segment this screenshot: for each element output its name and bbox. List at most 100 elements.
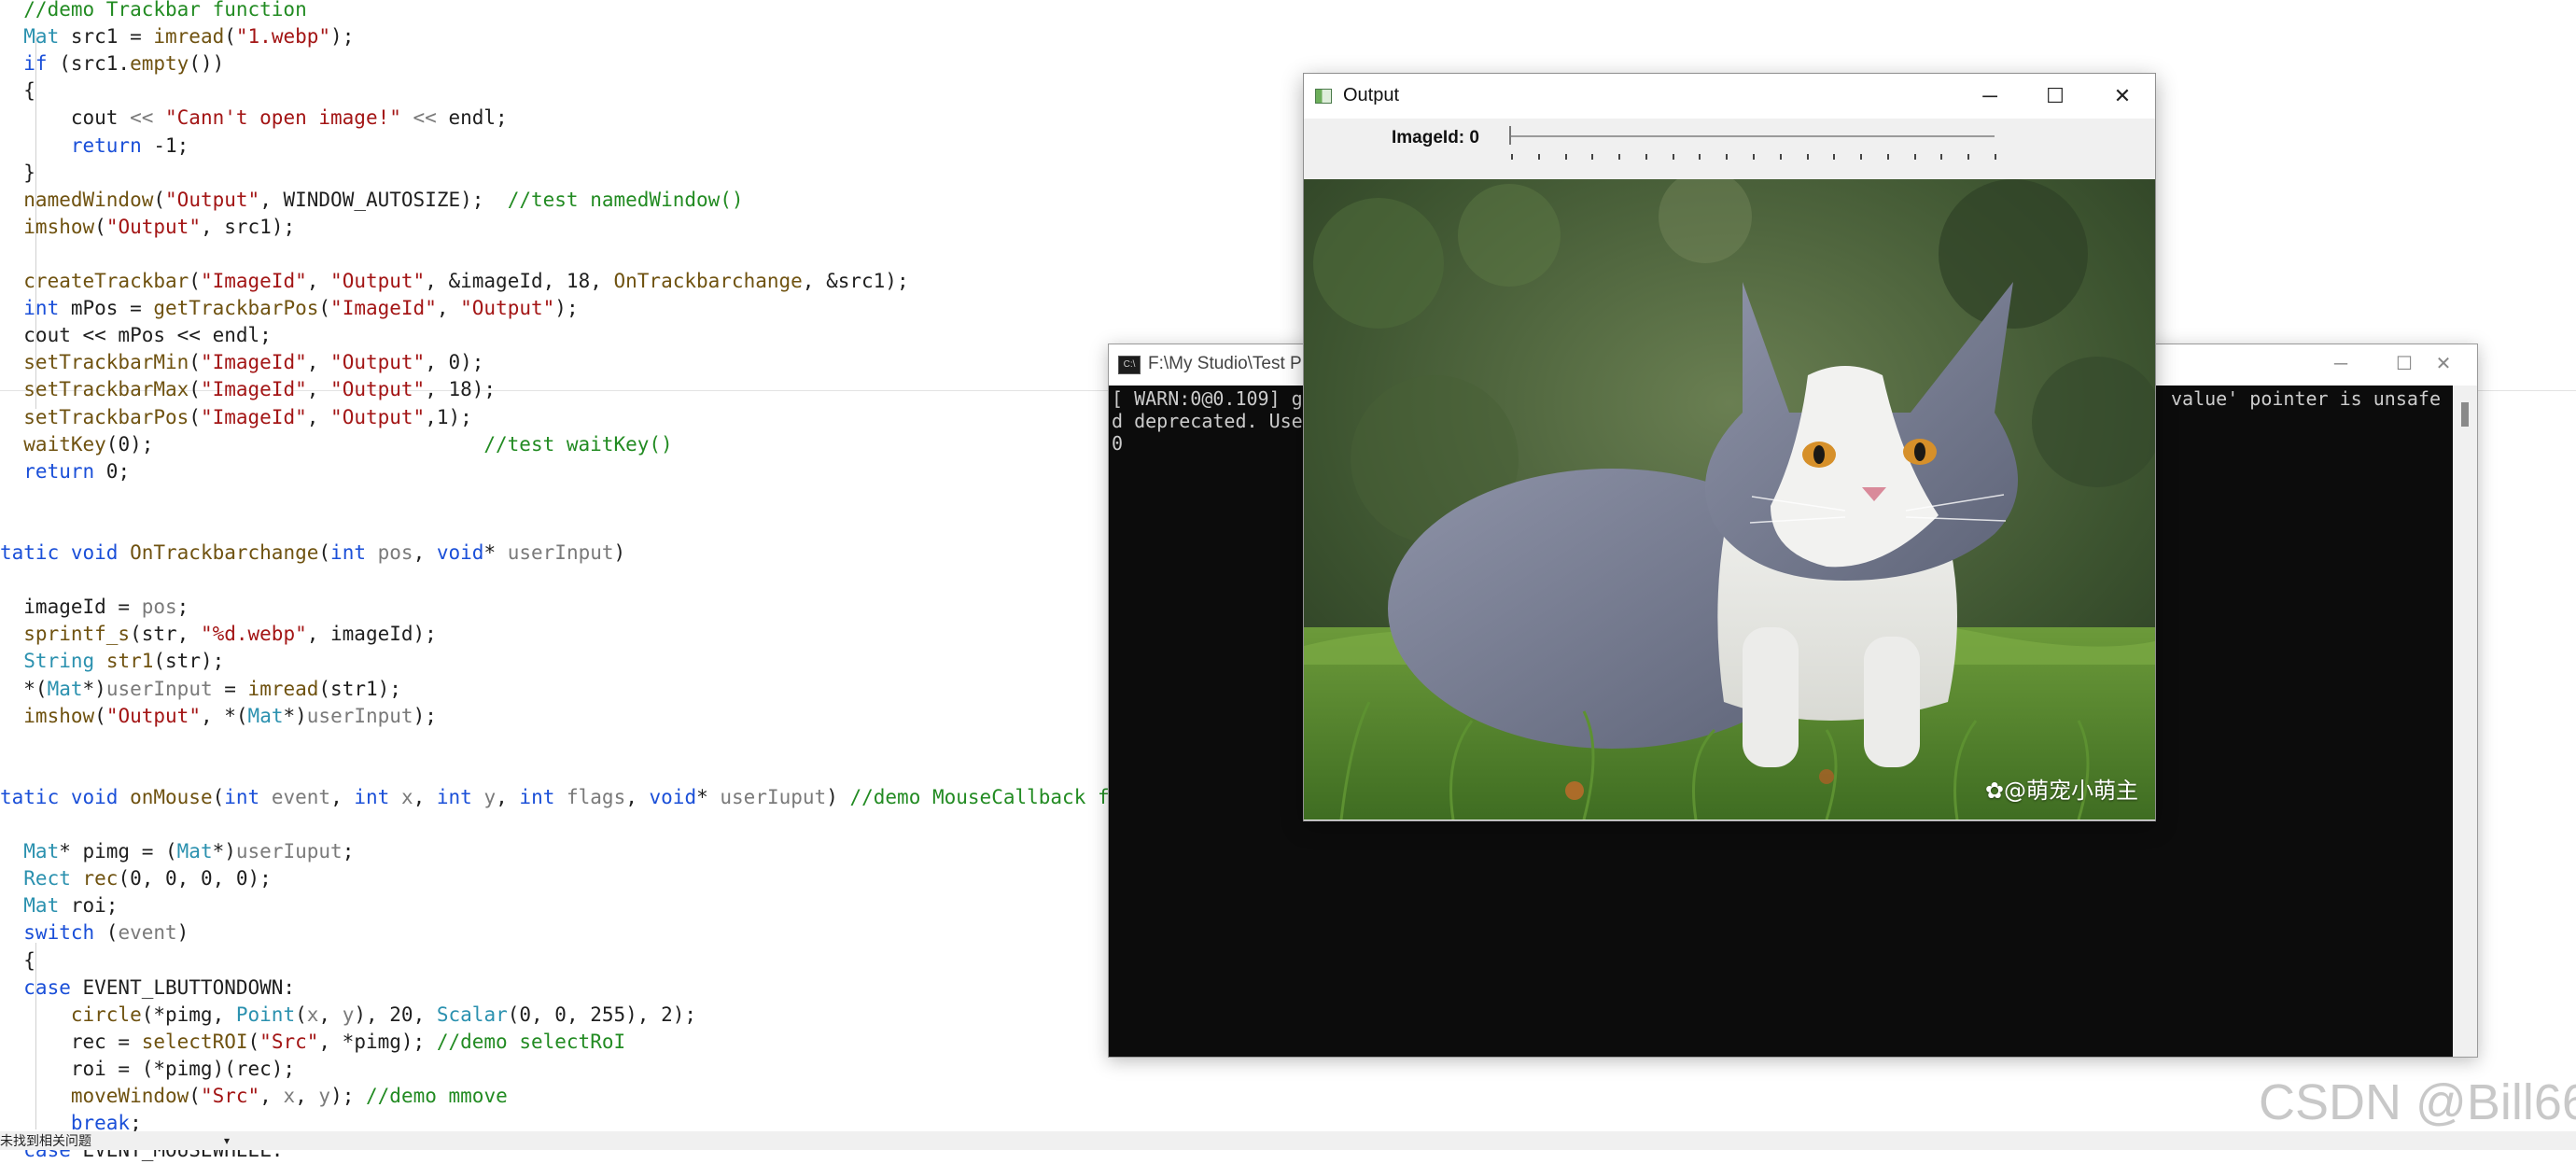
code-line: switch (event) [0,919,189,947]
code-token: { [0,948,35,972]
code-line: Rect rec(0, 0, 0, 0); [0,865,272,892]
code-token: , [625,785,650,808]
code-token: x [283,1085,296,1107]
code-token: ( [189,270,201,292]
code-token: (src1. [47,52,131,76]
code-line: tatic void OnTrackbarchange(int pos, voi… [0,540,625,567]
code-token: int [330,541,366,564]
code-token: pos [141,596,177,619]
code-token: Mat [0,25,60,49]
code-token: "ImageId" [200,351,307,374]
code-line: createTrackbar("ImageId", "Output", &ima… [0,268,908,295]
code-token: ( [189,378,201,401]
console-close-button[interactable]: ✕ [2415,350,2471,378]
trackbar-track[interactable] [1511,135,1995,137]
code-token: endl; [436,106,508,130]
code-line: if (src1.empty()) [0,50,224,77]
output-maximize-button[interactable]: ☐ [2023,81,2088,111]
code-token: (str); [153,650,225,673]
code-line: Mat* pimg = (Mat*)userIuput; [0,838,354,865]
code-token: , *pimg); [318,1030,437,1053]
output-close-button[interactable]: ✕ [2090,81,2155,111]
code-line: namedWindow("Output", WINDOW_AUTOSIZE); … [0,187,743,214]
code-token: empty [130,52,189,76]
code-token: , imageId); [306,623,437,646]
code-token: ); [330,25,355,49]
code-token: tatic void [0,785,119,808]
output-minimize-button[interactable]: ─ [1957,81,2023,111]
code-line: imshow("Output", src1); [0,214,295,241]
code-token: , src1); [200,215,296,238]
trackbar-tick [1618,154,1621,160]
console-scroll-thumb[interactable] [2461,402,2469,427]
code-token: ; [342,840,355,863]
paw-icon: ✿ [1984,778,2004,804]
code-line: moveWindow("Src", x, y); //demo mmove [0,1083,508,1110]
code-token: , [306,270,331,292]
photo-watermark-text: @萌宠小萌主 [2004,778,2138,804]
code-token: setTrackbarMax [0,378,189,401]
code-token: ( [94,215,106,238]
code-token: EVENT_LBUTTONDOWN: [70,975,296,999]
code-token: , WINDOW_AUTOSIZE); [259,188,508,211]
code-token: x [389,785,413,808]
code-token: (str, [130,623,201,646]
code-token: , &imageId, 18, [425,270,614,292]
code-token: , [413,785,437,808]
code-token: flags [554,785,626,808]
console-app-icon: C:\ [1118,356,1141,374]
code-token: y [471,785,497,808]
code-token: switch [0,921,95,945]
console-minimize-button[interactable]: ─ [2313,350,2369,378]
trackbar-thumb[interactable] [1509,126,1511,145]
code-token: int [436,785,472,808]
output-title-bar[interactable]: Output ─ ☐ ✕ [1304,74,2155,119]
trackbar-tick [1726,154,1729,160]
code-token: ) [613,541,626,564]
trackbar-panel: ImageId: 0 [1304,119,2155,179]
trackbar-tick [1940,154,1943,160]
code-token: "Output" [460,297,555,320]
code-token: } [0,161,35,184]
code-token: , [306,351,331,374]
code-token: "ImageId" [200,270,307,292]
console-scrollbar[interactable] [2453,386,2477,1057]
code-token: (0); [105,432,484,456]
code-token: * [483,541,497,564]
code-token: * pimg = ( [59,840,177,863]
code-token: pos [365,541,413,564]
code-token: ; [176,596,189,619]
code-token: Mat [0,840,60,863]
code-token: setTrackbarPos [0,405,189,428]
code-token: //demo mmove [366,1085,508,1107]
code-token: , [413,541,437,564]
code-token: ,1); [425,405,472,428]
status-dropdown-icon[interactable]: ▾ [224,1131,230,1150]
console-line-tail: value' pointer is unsafe an [2171,387,2453,410]
code-token: waitKey [0,432,106,456]
code-token: //demo selectRoI [436,1030,626,1053]
code-token: Point [235,1003,296,1026]
code-token: , *( [200,704,248,727]
code-token: ( [212,785,225,808]
output-window[interactable]: Output ─ ☐ ✕ ImageId: 0 ✿@萌宠小萌主 [1303,73,2156,821]
trackbar-tick [1537,154,1540,160]
trackbar-tick [1886,154,1889,160]
trackbar-tick [1833,154,1836,160]
code-token: rec [82,867,119,891]
code-token: << [413,106,437,130]
code-token: str1 [105,650,154,673]
code-line: cout << "Cann't open image!" << endl; [0,105,508,132]
code-token: tatic void [0,541,119,564]
code-token: << [130,106,154,130]
trackbar-tick [1806,154,1809,160]
trackbar-tick [1645,154,1647,160]
code-token: OnTrackbarchange [130,541,319,564]
console-line: 0 [1112,432,1124,455]
code-token: , [306,405,331,428]
code-token: imshow [0,704,95,727]
code-token: "Src" [259,1030,319,1053]
code-line: Mat src1 = imread("1.webp"); [0,23,354,50]
trackbar-tick [1511,154,1513,160]
